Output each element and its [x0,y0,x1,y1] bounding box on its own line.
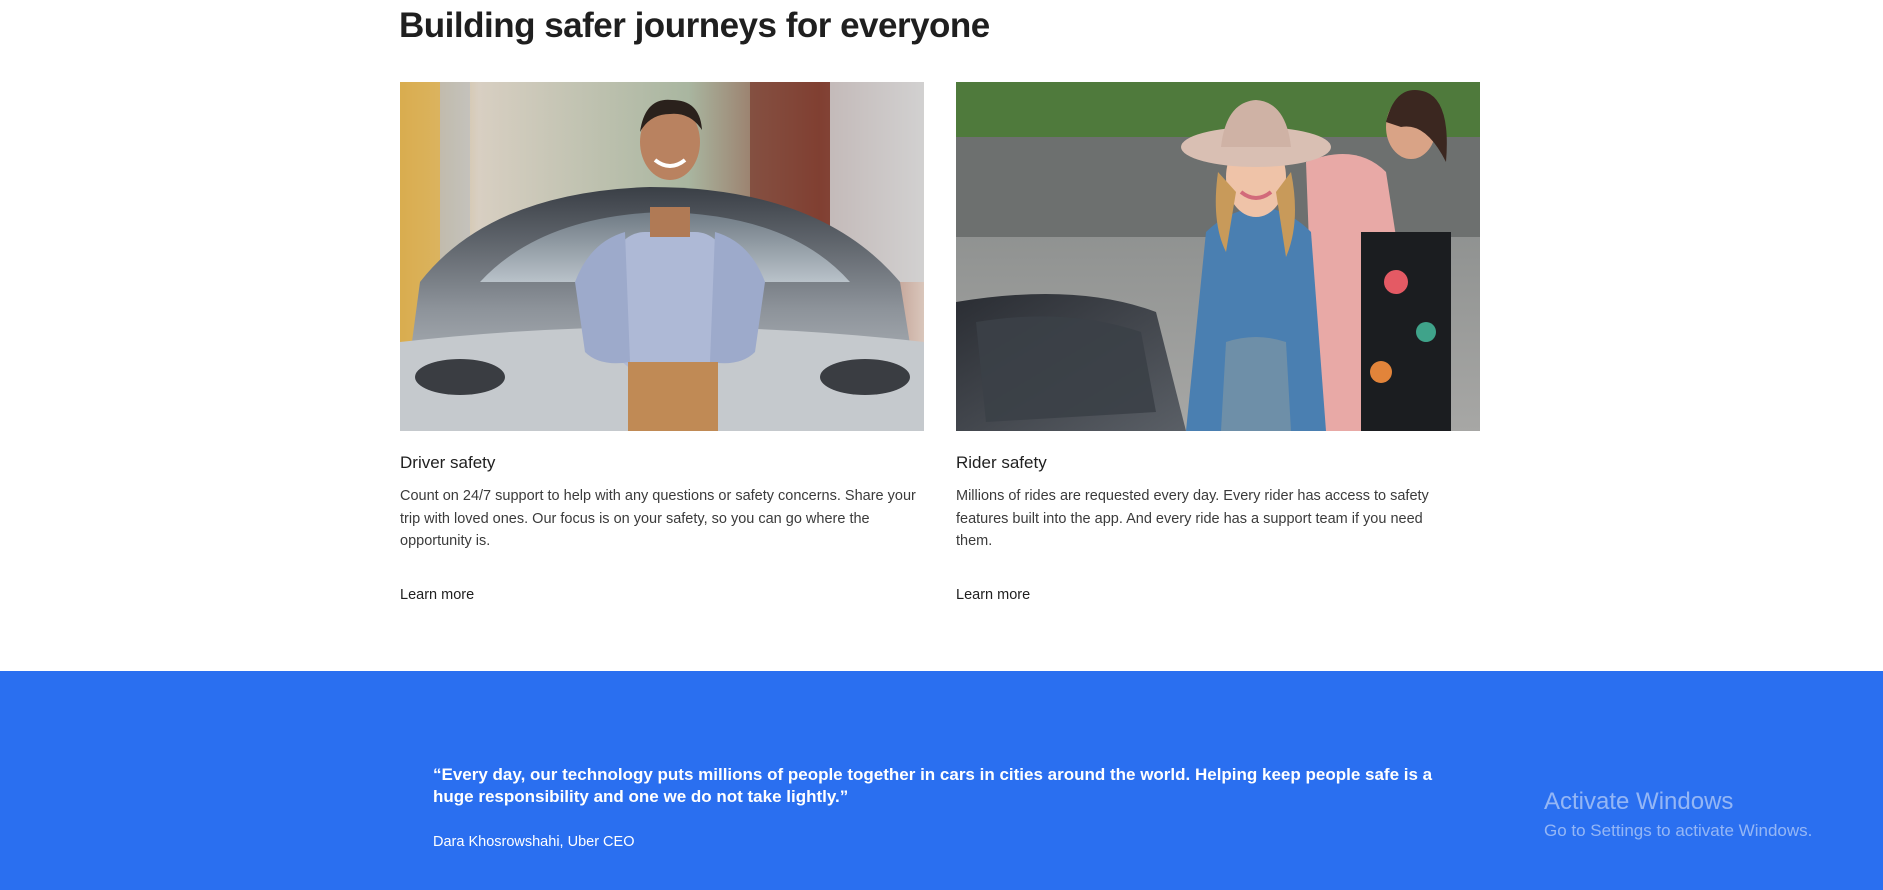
rider-photo-illustration [956,82,1480,431]
ceo-quote-author: Dara Khosrowshahi, Uber CEO [433,834,635,850]
rider-safety-image [956,82,1480,431]
driver-photo-illustration [400,82,924,431]
activate-windows-watermark: Activate Windows Go to Settings to activ… [1544,788,1812,842]
rider-safety-description: Millions of rides are requested every da… [956,488,1429,549]
section-title: Building safer journeys for everyone [399,6,990,45]
driver-safety-learn-more-link[interactable]: Learn more [400,587,474,603]
rider-safety-learn-more-link[interactable]: Learn more [956,587,1030,603]
ceo-quote-text: “Every day, our technology puts millions… [433,765,1433,806]
activate-windows-subtitle: Go to Settings to activate Windows. [1544,821,1813,840]
ceo-quote-section: “Every day, our technology puts millions… [0,671,1883,890]
driver-safety-card: Driver safety Count on 24/7 support to h… [400,82,924,603]
page: Building safer journeys for everyone Dri… [0,0,1883,890]
driver-safety-image [400,82,924,431]
rider-safety-heading: Rider safety [956,453,1047,472]
activate-windows-title: Activate Windows [1544,788,1734,815]
driver-safety-description: Count on 24/7 support to help with any q… [400,488,916,549]
driver-safety-heading: Driver safety [400,453,496,472]
rider-safety-card: Rider safety Millions of rides are reque… [956,82,1480,603]
